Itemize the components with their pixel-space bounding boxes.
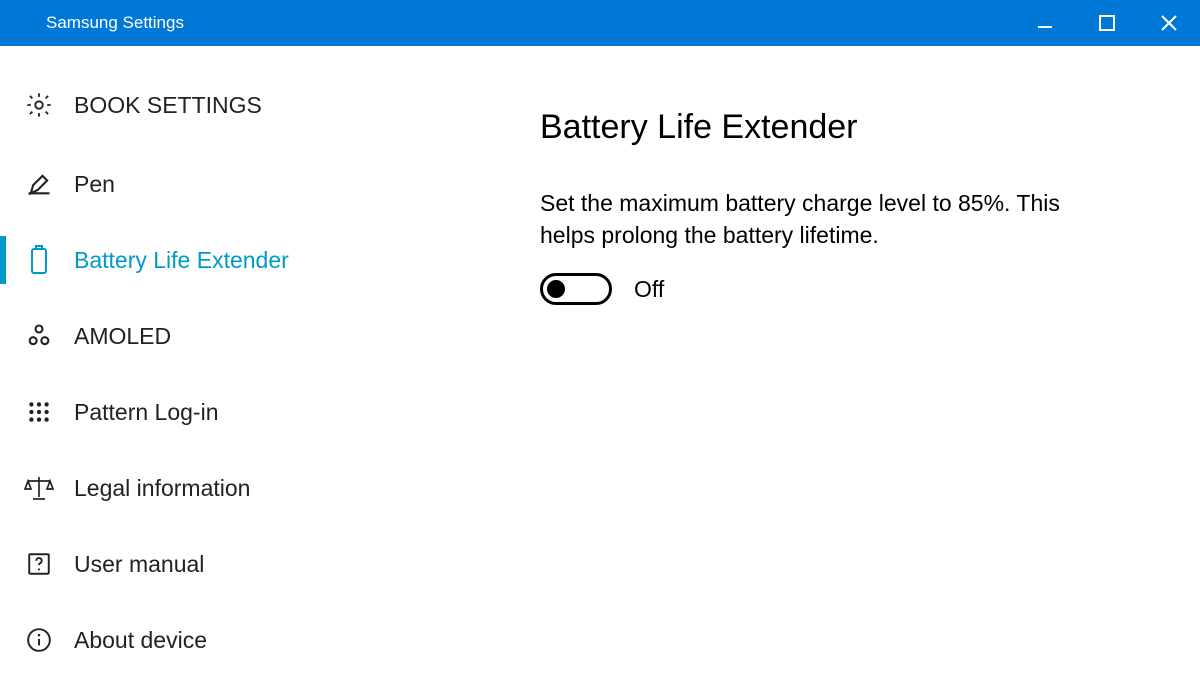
sidebar-item-book-settings[interactable]: BOOK SETTINGS [0,76,470,134]
sidebar-item-user-manual[interactable]: User manual [0,526,470,602]
sidebar-item-label: AMOLED [74,323,171,350]
battery-extender-toggle[interactable] [540,273,612,305]
sidebar-item-amoled[interactable]: AMOLED [0,298,470,374]
sidebar-item-legal-information[interactable]: Legal information [0,450,470,526]
toggle-state-label: Off [634,276,664,303]
window-title: Samsung Settings [46,13,1014,33]
amoled-icon [22,322,56,350]
sidebar: BOOK SETTINGS Pen Battery Life Extender [0,46,470,675]
main-panel: Battery Life Extender Set the maximum ba… [470,46,1200,675]
toggle-row: Off [540,273,1140,305]
sidebar-item-label: Pattern Log-in [74,399,218,426]
sidebar-item-about-device[interactable]: About device [0,602,470,675]
sidebar-item-pen[interactable]: Pen [0,146,470,222]
scales-icon [22,475,56,501]
toggle-knob [547,280,565,298]
pen-icon [22,170,56,198]
sidebar-item-battery-life-extender[interactable]: Battery Life Extender [0,222,470,298]
maximize-button[interactable] [1076,0,1138,46]
info-icon [22,627,56,653]
sidebar-item-label: Battery Life Extender [74,247,289,274]
sidebar-item-pattern-login[interactable]: Pattern Log-in [0,374,470,450]
page-heading: Battery Life Extender [540,108,1140,147]
sidebar-item-label: About device [74,627,207,654]
minimize-icon [1036,14,1054,32]
sidebar-item-label: Legal information [74,475,250,502]
content-area: BOOK SETTINGS Pen Battery Life Extender [0,46,1200,675]
minimize-button[interactable] [1014,0,1076,46]
close-button[interactable] [1138,0,1200,46]
gear-icon [22,91,56,119]
sidebar-item-label: User manual [74,551,204,578]
sidebar-item-label: BOOK SETTINGS [74,92,262,119]
close-icon [1159,13,1179,33]
sidebar-item-label: Pen [74,171,115,198]
titlebar: Samsung Settings [0,0,1200,46]
maximize-icon [1098,14,1116,32]
manual-icon [22,551,56,577]
pattern-icon [22,399,56,425]
battery-icon [22,245,56,275]
setting-description: Set the maximum battery charge level to … [540,187,1110,251]
